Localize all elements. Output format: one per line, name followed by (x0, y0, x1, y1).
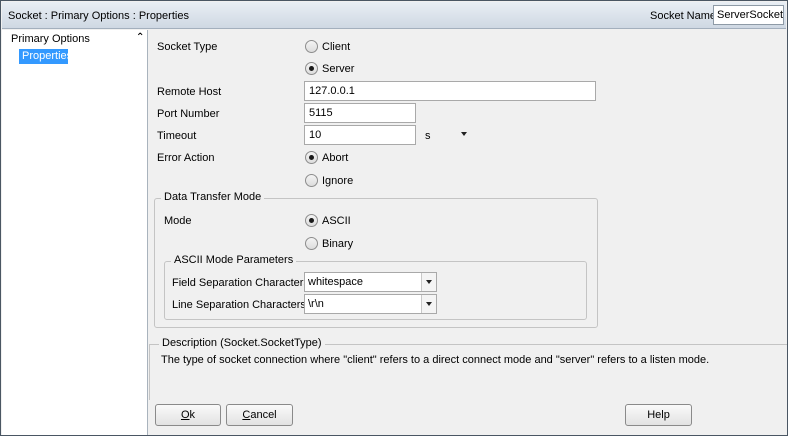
remote-host-input[interactable]: 127.0.0.1 (304, 81, 596, 101)
radio-client-label[interactable]: Client (322, 41, 350, 53)
properties-panel: Socket Type Client Server Remote Host 12… (149, 30, 787, 435)
ascii-mode-parameters-group: ASCII Mode Parameters Field Separation C… (164, 254, 587, 320)
line-separation-combo[interactable]: \r\n (304, 294, 437, 314)
radio-server-label[interactable]: Server (322, 63, 354, 75)
line-separation-dropdown-button[interactable] (421, 295, 436, 313)
field-separation-label: Field Separation Characters (172, 277, 309, 289)
socket-name-label: Socket Name (650, 10, 717, 22)
port-number-input[interactable]: 5115 (304, 103, 416, 123)
radio-binary[interactable] (305, 237, 318, 250)
radio-abort-label[interactable]: Abort (322, 152, 348, 164)
radio-ignore-label[interactable]: Ignore (322, 175, 353, 187)
timeout-input[interactable]: 10 (304, 125, 416, 145)
ok-accelerator: O (180, 409, 190, 421)
radio-server[interactable] (305, 62, 318, 75)
radio-binary-label[interactable]: Binary (322, 238, 353, 250)
cancel-button[interactable]: Cancel (226, 404, 293, 426)
timeout-unit-value[interactable]: s (425, 130, 431, 142)
socket-type-label: Socket Type (157, 41, 218, 53)
socket-name-input[interactable]: ServerSocket (713, 5, 784, 25)
nav-item-properties[interactable]: Properties (19, 49, 72, 64)
help-button[interactable]: Help (625, 404, 692, 426)
properties-dialog: Socket : Primary Options : Properties So… (0, 0, 788, 436)
error-action-label: Error Action (157, 152, 215, 164)
ok-button[interactable]: Ok (155, 404, 221, 426)
ascii-mode-parameters-legend: ASCII Mode Parameters (171, 254, 297, 266)
radio-abort[interactable] (305, 151, 318, 164)
title-bar: Socket : Primary Options : Properties So… (2, 2, 786, 29)
window-title: Socket : Primary Options : Properties (8, 10, 189, 22)
description-text: The type of socket connection where "cli… (161, 354, 710, 366)
nav-group-primary-options[interactable]: Primary Options (11, 33, 90, 45)
radio-ascii[interactable] (305, 214, 318, 227)
data-transfer-mode-legend: Data Transfer Mode (161, 191, 265, 203)
field-separation-dropdown-button[interactable] (421, 273, 436, 291)
chevron-down-icon (426, 302, 432, 306)
timeout-unit-dropdown-arrow-icon[interactable] (461, 132, 467, 136)
field-separation-combo[interactable]: whitespace (304, 272, 437, 292)
mode-label: Mode (164, 215, 192, 227)
line-separation-value: \r\n (308, 298, 324, 310)
timeout-label: Timeout (157, 130, 197, 142)
radio-ascii-label[interactable]: ASCII (322, 215, 351, 227)
radio-client[interactable] (305, 40, 318, 53)
radio-ignore[interactable] (305, 174, 318, 187)
field-separation-value: whitespace (308, 276, 364, 288)
remote-host-label: Remote Host (157, 86, 222, 98)
collapse-chevron-icon[interactable]: ⌃ (136, 32, 144, 43)
line-separation-label: Line Separation Characters (172, 299, 306, 311)
cancel-label: ancel (250, 409, 277, 421)
options-nav-pane: Primary Options ⌃ Properties (2, 30, 148, 435)
description-legend: Description (Socket.SocketType) (159, 337, 325, 349)
description-panel: Description (Socket.SocketType) The type… (149, 337, 787, 400)
ok-label: k (189, 409, 196, 421)
chevron-down-icon (426, 280, 432, 284)
data-transfer-mode-group: Data Transfer Mode Mode ASCII Binary ASC… (154, 191, 598, 328)
port-number-label: Port Number (157, 108, 220, 120)
